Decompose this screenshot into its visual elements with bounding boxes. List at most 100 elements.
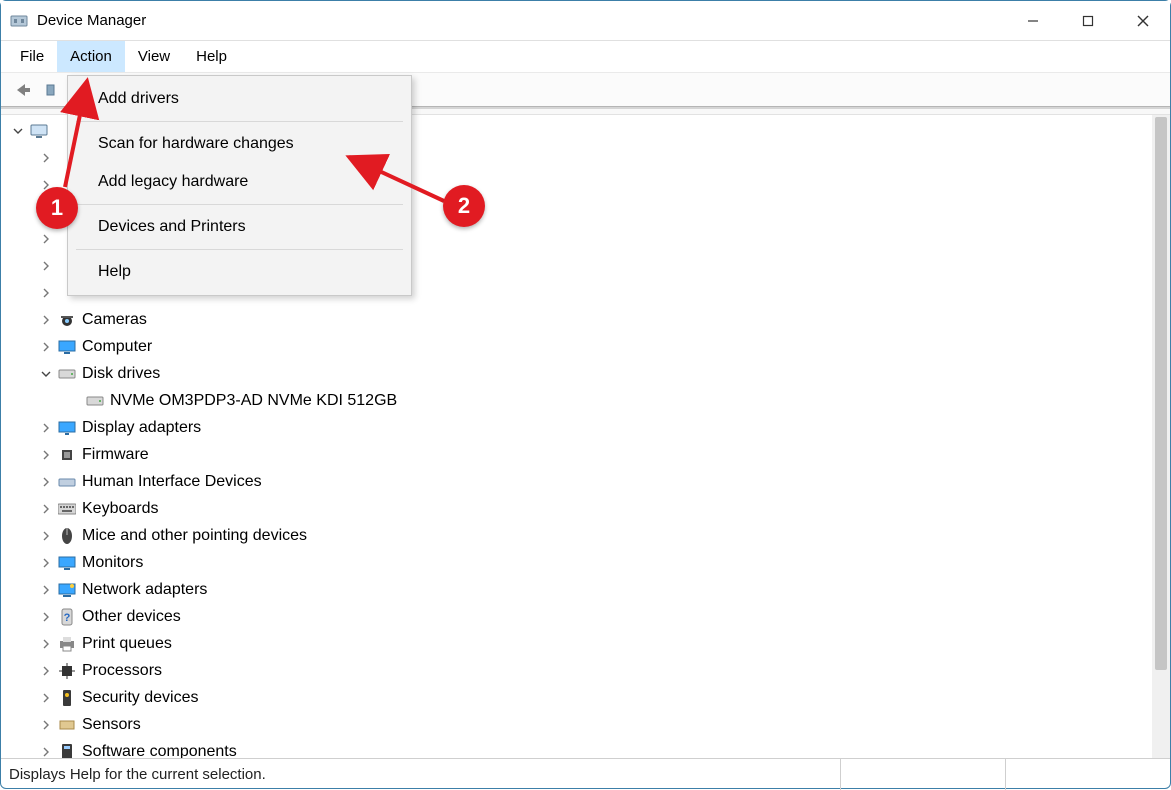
window-title: Device Manager	[37, 12, 146, 29]
expander-icon[interactable]	[37, 689, 55, 707]
menu-item-add-drivers[interactable]: Add drivers	[68, 80, 411, 118]
tree-node-label: Print queues	[82, 630, 172, 657]
keyboard-icon	[57, 499, 77, 519]
tree-node-label: Disk drives	[82, 360, 160, 387]
expander-icon[interactable]	[37, 446, 55, 464]
expander-icon[interactable]	[37, 608, 55, 626]
display-icon	[57, 418, 77, 438]
tree-node[interactable]: Monitors	[7, 549, 1152, 576]
tree-node[interactable]: Sensors	[7, 711, 1152, 738]
tree-node-label: Network adapters	[82, 576, 207, 603]
menu-help[interactable]: Help	[183, 41, 240, 72]
tree-node[interactable]: ?Other devices	[7, 603, 1152, 630]
tree-node[interactable]: Human Interface Devices	[7, 468, 1152, 495]
tree-node[interactable]: Disk drives	[7, 360, 1152, 387]
unknown-icon: ?	[57, 607, 77, 627]
tree-node[interactable]: Software components	[7, 738, 1152, 758]
expander-icon[interactable]	[37, 662, 55, 680]
menu-item-scan-hardware[interactable]: Scan for hardware changes	[68, 125, 411, 163]
expander-icon[interactable]	[37, 149, 55, 167]
tree-node-label: Other devices	[82, 603, 181, 630]
tree-node[interactable]: Security devices	[7, 684, 1152, 711]
back-button[interactable]	[9, 77, 37, 103]
menu-separator	[76, 204, 403, 205]
tree-node[interactable]: Processors	[7, 657, 1152, 684]
expander-icon[interactable]	[37, 473, 55, 491]
expander-icon[interactable]	[37, 581, 55, 599]
tree-node[interactable]: Print queues	[7, 630, 1152, 657]
titlebar: Device Manager	[1, 1, 1170, 41]
tree-node-label: Cameras	[82, 306, 147, 333]
status-text: Displays Help for the current selection.	[1, 766, 840, 783]
expander-icon[interactable]	[37, 716, 55, 734]
menu-file[interactable]: File	[7, 41, 57, 72]
expander-icon[interactable]	[37, 743, 55, 759]
expander-icon[interactable]	[37, 527, 55, 545]
tree-node[interactable]: Cameras	[7, 306, 1152, 333]
annotation-badge-2: 2	[443, 185, 485, 227]
cpu-icon	[57, 661, 77, 681]
monitor-icon	[57, 337, 77, 357]
disk-icon	[57, 364, 77, 384]
tree-node-label: Software components	[82, 738, 237, 758]
expander-icon[interactable]	[37, 284, 55, 302]
expander-spacer	[65, 392, 83, 410]
camera-icon	[57, 310, 77, 330]
status-cell-1	[840, 759, 1005, 790]
tree-node-label: Human Interface Devices	[82, 468, 262, 495]
menu-item-help[interactable]: Help	[68, 253, 411, 291]
toolbar-button[interactable]	[41, 77, 69, 103]
expander-icon[interactable]	[37, 365, 55, 383]
menu-item-devices-printers[interactable]: Devices and Printers	[68, 208, 411, 246]
menu-action[interactable]: Action	[57, 41, 125, 72]
tree-node[interactable]: Firmware	[7, 441, 1152, 468]
close-button[interactable]	[1115, 1, 1170, 41]
window-controls	[1005, 1, 1170, 41]
printer-icon	[57, 634, 77, 654]
app-icon	[9, 11, 29, 31]
expander-icon[interactable]	[37, 311, 55, 329]
disk-icon	[85, 391, 105, 411]
network-icon	[57, 580, 77, 600]
tree-node[interactable]: Computer	[7, 333, 1152, 360]
menu-separator	[76, 121, 403, 122]
action-menu-dropdown: Add drivers Scan for hardware changes Ad…	[67, 75, 412, 296]
expander-icon[interactable]	[37, 500, 55, 518]
maximize-button[interactable]	[1060, 1, 1115, 41]
tree-node-label: NVMe OM3PDP3-AD NVMe KDI 512GB	[110, 387, 397, 414]
tree-node-label: Mice and other pointing devices	[82, 522, 307, 549]
expander-icon[interactable]	[37, 419, 55, 437]
annotation-badge-1: 1	[36, 187, 78, 229]
status-cell-2	[1005, 759, 1170, 790]
expander-icon[interactable]	[37, 635, 55, 653]
expander-icon[interactable]	[9, 122, 27, 140]
expander-icon[interactable]	[37, 338, 55, 356]
vertical-scrollbar[interactable]	[1152, 115, 1170, 758]
sensor-icon	[57, 715, 77, 735]
tree-node-label: Monitors	[82, 549, 143, 576]
tree-node[interactable]: NVMe OM3PDP3-AD NVMe KDI 512GB	[7, 387, 1152, 414]
menu-view[interactable]: View	[125, 41, 183, 72]
tree-node-label: Firmware	[82, 441, 149, 468]
tree-node-label: Sensors	[82, 711, 141, 738]
tree-node[interactable]: Keyboards	[7, 495, 1152, 522]
scrollbar-thumb[interactable]	[1155, 117, 1167, 670]
tree-node-label: Computer	[82, 333, 152, 360]
tree-node[interactable]: Display adapters	[7, 414, 1152, 441]
minimize-button[interactable]	[1005, 1, 1060, 41]
software-icon	[57, 742, 77, 759]
tree-node-label: Processors	[82, 657, 162, 684]
tree-node[interactable]: Mice and other pointing devices	[7, 522, 1152, 549]
computer-root-icon	[29, 121, 49, 141]
tree-node-label: Security devices	[82, 684, 199, 711]
expander-icon[interactable]	[37, 257, 55, 275]
monitor-icon	[57, 553, 77, 573]
tree-node-label: Display adapters	[82, 414, 201, 441]
tree-node[interactable]: Network adapters	[7, 576, 1152, 603]
menu-separator	[76, 249, 403, 250]
menubar: File Action View Help	[1, 41, 1170, 73]
expander-icon[interactable]	[37, 230, 55, 248]
mouse-icon	[57, 526, 77, 546]
expander-icon[interactable]	[37, 554, 55, 572]
menu-item-add-legacy-hardware[interactable]: Add legacy hardware	[68, 163, 411, 201]
